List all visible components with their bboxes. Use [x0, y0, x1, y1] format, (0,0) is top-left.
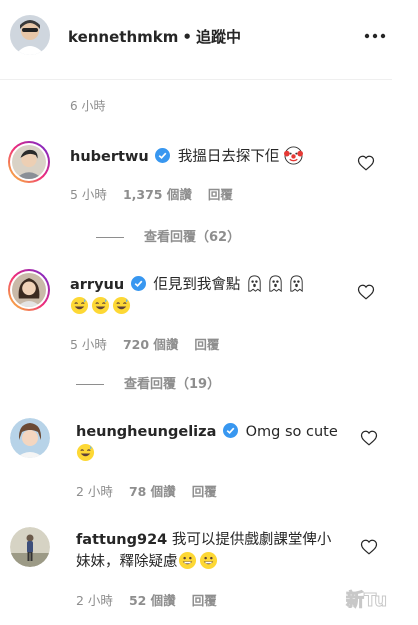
reply-button[interactable]: 回覆	[208, 187, 233, 202]
ghost-icon	[269, 275, 282, 293]
ghost-icon	[290, 275, 303, 293]
svg-text:新Tu: 新Tu	[346, 589, 387, 611]
verified-badge-icon	[222, 423, 238, 438]
comment-message: Omg so cute	[245, 424, 338, 440]
profile-photo	[10, 418, 50, 458]
comment-meta: 5 小時 720 個讚 回覆	[70, 334, 235, 353]
view-replies-label: 查看回覆（19）	[124, 377, 221, 392]
comment-meta: 2 小時 78 個讚 回覆	[76, 481, 233, 500]
reply-button[interactable]: 回覆	[194, 337, 219, 352]
comment-time: 5 小時	[70, 187, 107, 202]
profile-photo	[12, 145, 46, 179]
likes-count[interactable]: 720 個讚	[123, 337, 178, 352]
username-link[interactable]: kennethmkm	[68, 28, 178, 46]
comment-username[interactable]: heungheungeliza	[76, 424, 216, 440]
profile-photo	[10, 15, 50, 55]
comment-message: 我搵日去探下佢	[177, 149, 280, 165]
likes-count[interactable]: 78 個讚	[129, 484, 176, 499]
grinning-smile-icon	[178, 551, 196, 570]
avatar[interactable]	[10, 15, 50, 55]
reply-button[interactable]: 回覆	[192, 484, 217, 499]
separator-dot: •	[182, 28, 192, 46]
verified-badge-icon	[130, 276, 146, 291]
likes-count[interactable]: 52 個讚	[129, 593, 176, 608]
profile-photo	[10, 527, 50, 567]
comment-text: hubertwu 我搵日去探下佢	[70, 146, 345, 168]
avatar[interactable]	[8, 269, 50, 311]
clown-face-icon	[284, 146, 303, 165]
grinning-sweat-icon	[76, 443, 95, 462]
comment-message: 佢見到我會點	[153, 277, 241, 293]
grinning-sweat-icon	[112, 296, 131, 315]
comment-text: heungheungeliza Omg so cute	[76, 422, 351, 465]
watermark-logo: 新Tu	[346, 589, 388, 612]
follow-status-button[interactable]: 追蹤中	[196, 28, 241, 46]
comment-meta: 2 小時 52 個讚 回覆	[76, 590, 233, 609]
avatar[interactable]	[10, 418, 50, 458]
comment-time: 5 小時	[70, 337, 107, 352]
avatar[interactable]	[8, 141, 50, 183]
comment-username[interactable]: arryuu	[70, 277, 124, 293]
reply-button[interactable]: 回覆	[192, 593, 217, 608]
view-replies-button[interactable]: 查看回覆（62）	[96, 226, 240, 245]
comment-time: 2 小時	[76, 593, 113, 608]
view-replies-label: 查看回覆（62）	[144, 230, 241, 245]
heart-icon[interactable]	[360, 538, 378, 556]
likes-count[interactable]: 1,375 個讚	[123, 187, 192, 202]
header-username-row: kennethmkm • 追蹤中	[68, 26, 241, 47]
profile-photo	[12, 273, 46, 307]
divider-line	[76, 384, 104, 385]
heart-icon[interactable]	[357, 154, 375, 172]
grinning-smile-icon	[199, 551, 217, 570]
comment-username[interactable]: hubertwu	[70, 149, 149, 165]
verified-badge-icon	[155, 148, 171, 163]
grinning-sweat-icon	[91, 296, 110, 315]
heart-icon[interactable]	[360, 429, 378, 447]
comment-meta: 5 小時 1,375 個讚 回覆	[70, 184, 249, 203]
post-timestamp: 6 小時	[70, 99, 106, 113]
more-horizontal-icon[interactable]	[362, 26, 388, 46]
post-header: kennethmkm • 追蹤中	[0, 0, 392, 80]
comment-time: 2 小時	[76, 484, 113, 499]
comment-text: fattung924 我可以提供戲劇課堂俾小妹妹，釋除疑慮	[76, 530, 341, 573]
heart-icon[interactable]	[357, 283, 375, 301]
comment-username[interactable]: fattung924	[76, 532, 167, 548]
ghost-icon	[248, 275, 261, 293]
view-replies-button[interactable]: 查看回覆（19）	[76, 373, 220, 392]
avatar[interactable]	[10, 527, 50, 567]
divider-line	[96, 237, 124, 238]
comment-text: arryuu 佢見到我會點	[70, 274, 345, 318]
grinning-sweat-icon	[70, 296, 89, 315]
